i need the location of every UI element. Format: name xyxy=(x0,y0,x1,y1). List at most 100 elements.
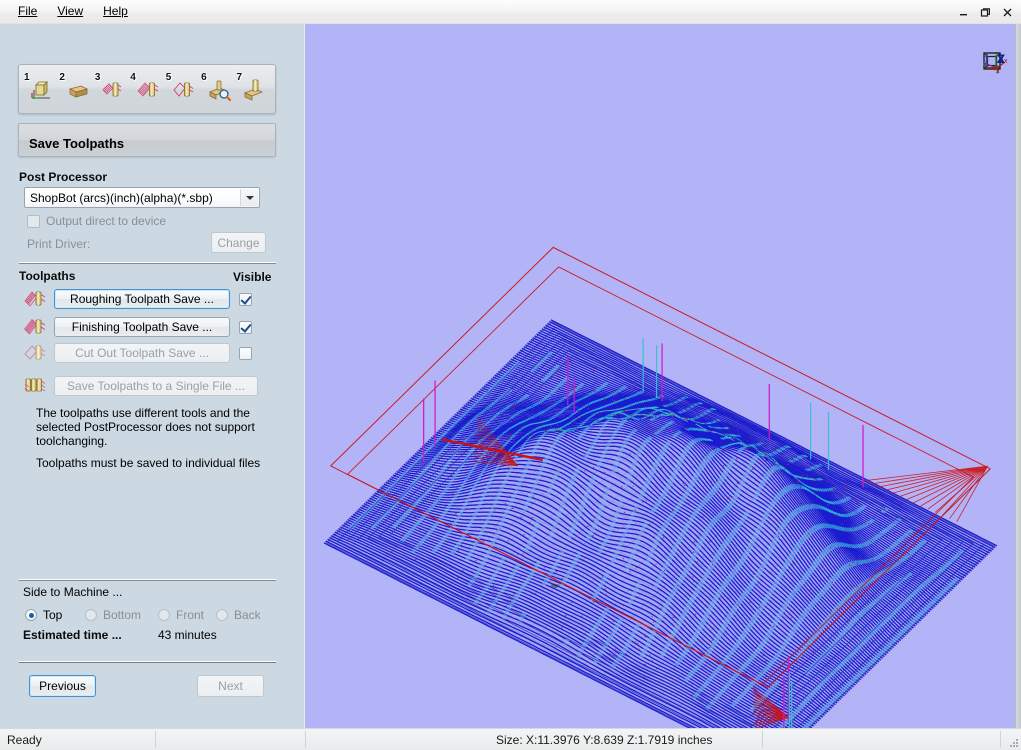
estimated-time-label: Estimated time ... xyxy=(23,628,122,642)
cutout-toolpath-icon xyxy=(24,341,50,365)
radio-back-label: Back xyxy=(234,608,261,622)
post-processor-label: Post Processor xyxy=(19,170,108,184)
application-window: File View Help 1 2 3 4 5 6 7 Save Toolpa… xyxy=(0,0,1021,750)
menu-file-label: File xyxy=(18,4,38,18)
radio-side-front[interactable]: Front xyxy=(158,608,204,622)
svg-text:x: x xyxy=(996,68,1000,74)
toolpath-preview xyxy=(323,246,998,728)
toolbar-number-6: 6 xyxy=(201,72,207,83)
toolpath-note-line3: toolchanging. xyxy=(36,434,108,448)
finishing-toolpath-save-button[interactable]: Finishing Toolpath Save ... xyxy=(54,317,230,337)
toolbar-number-4: 4 xyxy=(130,72,136,83)
output-direct-checkbox[interactable] xyxy=(27,214,40,228)
page-title: Save Toolpaths xyxy=(29,136,125,151)
toolpath-row-finishing: Finishing Toolpath Save ... xyxy=(24,316,276,338)
toolbar-button-finishing[interactable]: 4 xyxy=(129,69,161,109)
roughing-visible-checkbox[interactable] xyxy=(239,292,252,306)
radio-side-back[interactable]: Back xyxy=(216,608,261,622)
minimize-icon xyxy=(959,13,967,15)
estimated-time-value: 43 minutes xyxy=(158,628,217,642)
radio-side-top[interactable]: Top xyxy=(25,608,62,622)
radio-top-label: Top xyxy=(43,608,63,622)
resize-grip[interactable] xyxy=(1007,736,1019,748)
cutout-visible-checkbox[interactable] xyxy=(239,346,252,360)
output-direct-checkbox-row[interactable]: Output direct to device xyxy=(27,214,166,228)
change-print-driver-button[interactable]: Change xyxy=(211,232,266,253)
radio-bottom-label: Bottom xyxy=(103,608,142,622)
menu-view[interactable]: View xyxy=(47,1,93,22)
status-divider-1 xyxy=(155,731,156,748)
toolbar-number-7: 7 xyxy=(236,72,243,83)
toolbar-number-5: 5 xyxy=(165,72,172,83)
chevron-down-icon[interactable] xyxy=(240,189,258,206)
svg-text:Y: Y xyxy=(997,52,1005,66)
status-size: Size: X:11.3976 Y:8.639 Z:1.7919 inches xyxy=(496,732,713,747)
toolbar-number-1: 1 xyxy=(24,72,30,83)
viewport-scrollbar[interactable] xyxy=(1015,24,1021,728)
toolpath-row-cutout: Cut Out Toolpath Save ... xyxy=(24,342,276,364)
main-area: 1 2 3 4 5 6 7 Save Toolpaths Post Proces… xyxy=(0,24,1021,728)
preview-toolpath-icon xyxy=(208,78,232,105)
menu-help-label: Help xyxy=(103,4,128,18)
finishing-toolpath-icon xyxy=(24,315,50,339)
page-title-bar: Save Toolpaths xyxy=(18,123,276,157)
job-setup-icon xyxy=(30,78,54,105)
minimize-button[interactable] xyxy=(953,2,973,22)
radio-back-indicator[interactable] xyxy=(216,609,228,621)
toolpaths-label: Toolpaths xyxy=(19,269,76,283)
menu-bar: File View Help xyxy=(0,0,1021,24)
toolbar-number-2: 2 xyxy=(59,72,65,83)
multi-toolpath-icon xyxy=(24,374,50,398)
radio-side-bottom[interactable]: Bottom xyxy=(85,608,141,622)
status-ready: Ready xyxy=(7,732,42,747)
status-bar: Ready Size: X:11.3976 Y:8.639 Z:1.7919 i… xyxy=(0,728,1021,750)
roughing-toolpath-save-button[interactable]: Roughing Toolpath Save ... xyxy=(54,289,230,309)
close-icon xyxy=(1003,8,1011,16)
status-divider-3 xyxy=(762,731,763,748)
cutout-toolpath-save-button[interactable]: Cut Out Toolpath Save ... xyxy=(54,343,230,363)
post-processor-value: ShopBot (arcs)(inch)(alpha)(*.sbp) xyxy=(30,190,213,205)
visible-label: Visible xyxy=(233,270,272,284)
toolbar-button-save[interactable]: 7 xyxy=(236,69,268,109)
radio-top-indicator[interactable] xyxy=(25,609,37,621)
menu-help[interactable]: Help xyxy=(93,1,138,22)
toolbar-button-preview[interactable]: 6 xyxy=(200,69,232,109)
toolpath-row-roughing: Roughing Toolpath Save ... xyxy=(24,288,276,310)
maximize-icon xyxy=(980,7,990,17)
output-direct-label: Output direct to device xyxy=(46,214,167,228)
roughing-toolpath-icon xyxy=(101,78,125,105)
side-to-machine-label: Side to Machine ... xyxy=(23,585,123,599)
radio-bottom-indicator[interactable] xyxy=(85,609,97,621)
divider-post-processor xyxy=(19,262,276,264)
toolbar-button-cutout[interactable]: 5 xyxy=(165,69,197,109)
status-divider-4 xyxy=(1000,731,1001,748)
radio-front-indicator[interactable] xyxy=(158,609,170,621)
toolbar-button-roughing[interactable]: 3 xyxy=(94,69,126,109)
3d-viewport[interactable]: z y x y z x Z z x y X z y x Y xyxy=(304,24,1021,728)
toolbar-button-job-setup[interactable]: 1 xyxy=(23,69,55,109)
status-divider-2 xyxy=(305,731,306,748)
post-processor-select[interactable]: ShopBot (arcs)(inch)(alpha)(*.sbp) xyxy=(24,187,260,208)
toolbar-number-3: 3 xyxy=(94,72,101,83)
toolpath-note-line4: Toolpaths must be saved to individual fi… xyxy=(36,456,261,470)
toolbar-button-material-setup[interactable]: 2 xyxy=(58,69,90,109)
close-button[interactable] xyxy=(997,2,1017,22)
save-single-file-button[interactable]: Save Toolpaths to a Single File ... xyxy=(54,376,258,396)
radio-front-label: Front xyxy=(176,608,205,622)
svg-text:z: z xyxy=(985,52,989,59)
toolpath-note-line1: The toolpaths use different tools and th… xyxy=(36,406,250,420)
menu-file[interactable]: File xyxy=(8,1,47,22)
window-controls xyxy=(953,0,1017,24)
svg-text:y: y xyxy=(983,62,987,69)
toolpath-note-line2: selected PostProcessor does not support xyxy=(36,420,255,434)
material-setup-icon xyxy=(66,78,90,105)
roughing-toolpath-icon xyxy=(24,287,50,311)
previous-button[interactable]: Previous xyxy=(29,675,96,697)
save-toolpath-icon xyxy=(243,78,267,105)
step-toolbar: 1 2 3 4 5 6 7 xyxy=(18,64,276,114)
maximize-button[interactable] xyxy=(975,2,995,22)
toolpath-row-single-file: Save Toolpaths to a Single File ... xyxy=(24,375,276,397)
next-button[interactable]: Next xyxy=(197,675,264,697)
finishing-visible-checkbox[interactable] xyxy=(239,320,252,334)
menu-items: File View Help xyxy=(0,1,138,22)
